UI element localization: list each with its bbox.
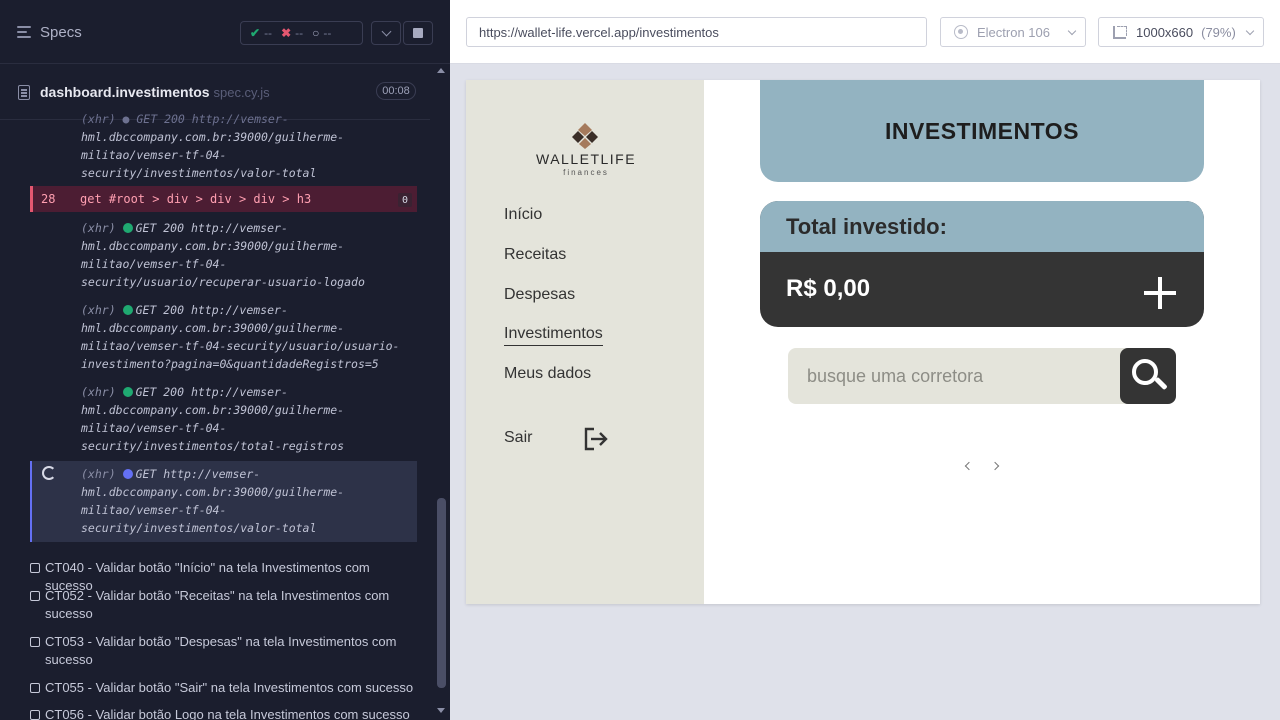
pending-stat: ○ --	[312, 26, 332, 40]
app-sidebar: WALLETLIFE finances Início Receitas Desp…	[466, 80, 704, 604]
page-title-card: INVESTIMENTOS	[760, 80, 1204, 182]
browser-toolbar: https://wallet-life.vercel.app/investime…	[450, 0, 1280, 64]
url-bar[interactable]: https://wallet-life.vercel.app/investime…	[466, 17, 927, 47]
check-icon: ✔	[250, 26, 261, 40]
command-number: 28	[41, 192, 56, 206]
failed-stat: ✖ --	[281, 26, 304, 40]
test-stats: ✔ -- ✖ -- ○ --	[240, 21, 363, 45]
scrollbar-thumb[interactable]	[437, 498, 446, 688]
test-item[interactable]: CT055 - Validar botão "Sair" na tela Inv…	[30, 679, 420, 697]
checkbox-icon	[30, 563, 40, 573]
nav-receitas[interactable]: Receitas	[504, 246, 566, 264]
stop-button[interactable]	[403, 21, 433, 45]
nav-investimentos[interactable]: Investimentos	[504, 325, 603, 346]
nav-inicio[interactable]: Início	[504, 206, 542, 224]
nav-meus-dados[interactable]: Meus dados	[504, 365, 591, 383]
scroll-down-icon[interactable]	[437, 708, 445, 713]
xhr-log-entry[interactable]: (xhr) GET 200 http://vemser- hml.dbccomp…	[30, 219, 417, 291]
viewport-selector[interactable]: 1000x660 (79%)	[1098, 17, 1264, 47]
command-text: get #root > div > div > div > h3	[80, 192, 312, 206]
pending-icon: ○	[312, 26, 320, 40]
browser-selector[interactable]: Electron 106	[940, 17, 1086, 47]
cross-icon: ✖	[281, 26, 292, 40]
search-button[interactable]	[1120, 348, 1176, 404]
logo-name[interactable]: WALLETLIFE	[536, 151, 636, 167]
logout-button[interactable]: Sair	[504, 427, 608, 451]
logo-tagline: finances	[563, 168, 609, 177]
cypress-runner-panel: Specs ✔ -- ✖ -- ○ -- dashboard.investimento…	[0, 0, 450, 720]
chevron-down-icon	[1245, 26, 1255, 36]
failed-command-row[interactable]: 28 get #root > div > div > div > h3 0	[30, 186, 417, 212]
app-viewport: WALLETLIFE finances Início Receitas Desp…	[466, 80, 1260, 604]
logout-icon	[584, 427, 608, 451]
checkbox-icon	[30, 591, 40, 601]
status-success-icon	[122, 223, 133, 233]
chevron-down-icon	[1067, 26, 1077, 36]
total-value: R$ 0,00	[786, 275, 871, 302]
status-success-icon	[122, 387, 133, 397]
nav-despesas[interactable]: Despesas	[504, 286, 575, 304]
walletlife-logo-icon[interactable]	[571, 122, 599, 150]
broker-search	[788, 348, 1176, 404]
runner-header: Specs ✔ -- ✖ -- ○ --	[0, 0, 450, 64]
command-count-badge: 0	[398, 193, 412, 207]
xhr-log-entry: (xhr) GET http://vemser- hml.dbccompany.…	[81, 467, 345, 535]
status-success-icon	[122, 305, 133, 315]
ruler-icon	[1113, 26, 1127, 39]
test-item[interactable]: CT053 - Validar botão "Despesas" na tela…	[30, 633, 420, 669]
chevron-right-icon[interactable]	[990, 461, 1000, 471]
add-investment-button[interactable]	[1142, 275, 1178, 311]
scroll-up-icon[interactable]	[437, 68, 445, 73]
checkbox-icon	[30, 637, 40, 647]
total-label: Total investido:	[786, 214, 947, 239]
test-item[interactable]: CT052 - Validar botão "Receitas" na tela…	[30, 587, 420, 623]
xhr-log-entry[interactable]: (xhr) GET 200 http://vemser- hml.dbccomp…	[30, 383, 417, 455]
checkbox-icon	[30, 710, 40, 720]
electron-icon	[954, 25, 968, 39]
total-invested-card: Total investido: R$ 0,00	[760, 201, 1204, 327]
specs-title[interactable]: Specs	[40, 24, 82, 41]
stop-icon	[413, 28, 423, 38]
spec-file-name: dashboard.investimentos spec.cy.js	[40, 84, 270, 100]
dropdown-button[interactable]	[371, 21, 401, 45]
chevron-left-icon[interactable]	[964, 461, 974, 471]
passed-stat: ✔ --	[250, 26, 273, 40]
log-entry[interactable]: (xhr) ● GET 200 http://vemser- hml.dbcco…	[30, 110, 417, 186]
file-icon	[18, 85, 30, 100]
search-input[interactable]	[788, 348, 1128, 404]
menu-icon[interactable]	[17, 26, 31, 38]
chevron-down-icon	[381, 26, 391, 36]
test-item[interactable]: CT056 - Validar botão Logo na tela Inves…	[30, 706, 420, 720]
checkbox-icon	[30, 683, 40, 693]
status-pending-icon	[122, 469, 133, 479]
spec-duration: 00:08	[376, 82, 416, 100]
page-title: INVESTIMENTOS	[885, 118, 1079, 144]
pagination	[960, 458, 1010, 476]
xhr-log-entry[interactable]: (xhr) GET 200 http://vemser- hml.dbccomp…	[30, 301, 417, 373]
